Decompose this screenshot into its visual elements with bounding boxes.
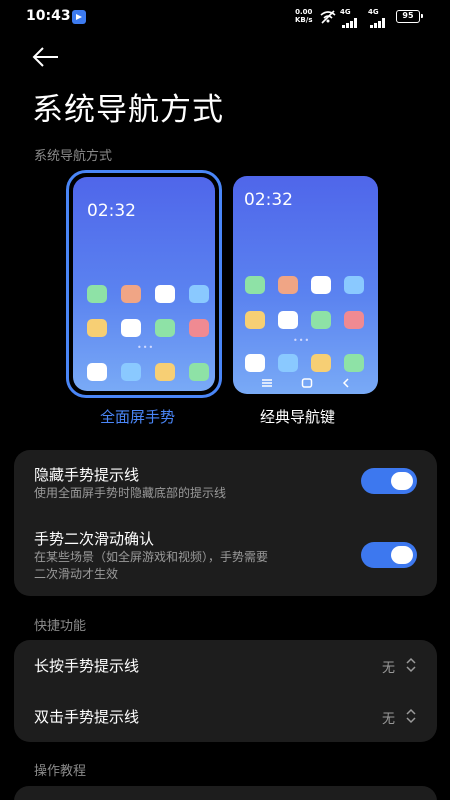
back-button[interactable] [30,44,62,70]
app-icon [245,354,265,372]
toggle-knob [391,472,413,490]
chevron-up-down-icon [406,657,416,673]
app-icon [189,319,209,337]
battery-icon: 95 [396,10,423,23]
gesture-nav-option[interactable]: 02:32 ••• [66,170,222,398]
app-icon [344,354,364,372]
long-press-title: 长按手势提示线 [34,657,140,675]
app-icon [245,311,265,329]
status-time: 10:43 [26,8,71,24]
shortcut-card: 长按手势提示线 无 双击手势提示线 无 [14,640,437,742]
gesture-settings-card: 隐藏手势提示线 使用全面屏手势时隐藏底部的提示线 手势二次滑动确认 在某些场景（… [14,450,437,596]
signal-2-icon [370,13,388,32]
menu-key-icon [261,379,272,387]
app-icon [121,285,141,303]
signal-1-icon [342,13,360,32]
app-icon [344,276,364,294]
app-icon [87,363,107,381]
app-icon [189,363,209,381]
network-speed: 0.00 KB/s [295,8,312,24]
back-key-icon [342,378,349,388]
nav-keys-bar [233,376,378,390]
preview-clock: 02:32 [244,190,293,210]
gesture-double-swipe-toggle[interactable] [361,542,417,568]
shortcut-section-label: 快捷功能 [34,619,87,634]
gesture-nav-preview: 02:32 ••• [73,177,215,391]
double-tap-value: 无 [381,712,395,727]
app-icon [278,311,298,329]
network-speed-unit: KB/s [295,16,313,24]
hide-gesture-line-toggle[interactable] [361,468,417,494]
wifi-off-icon [320,9,336,28]
app-icon [87,319,107,337]
settings-page: 10:43 0.00 KB/s 4G 4G 95 系统导航方式 系统导航方式 0… [0,0,450,800]
app-icon [245,276,265,294]
nav-section-label: 系统导航方式 [34,149,113,164]
toggle-knob [391,546,413,564]
double-tap-title: 双击手势提示线 [34,708,140,726]
hide-gesture-line-title: 隐藏手势提示线 [34,466,140,484]
app-icon [278,276,298,294]
app-icon [155,285,175,303]
notification-app-icon [72,10,86,24]
app-icon [155,363,175,381]
app-icon [344,311,364,329]
tutorial-section-label: 操作教程 [34,764,87,779]
classic-nav-option[interactable]: 02:32 ••• [233,176,378,394]
page-dots: ••• [137,343,155,352]
app-icon [311,354,331,372]
back-arrow-icon [32,47,58,67]
preview-clock: 02:32 [87,201,136,221]
long-press-value: 无 [381,661,395,676]
app-icon [311,276,331,294]
status-bar: 10:43 0.00 KB/s 4G 4G 95 [0,0,450,34]
hide-gesture-line-subtitle: 使用全面屏手势时隐藏底部的提示线 [34,486,227,500]
app-icon [155,319,175,337]
classic-nav-label[interactable]: 经典导航键 [260,406,335,427]
app-icon [189,285,209,303]
page-title: 系统导航方式 [32,92,224,128]
gesture-nav-label[interactable]: 全面屏手势 [100,406,175,427]
app-icon [121,363,141,381]
app-icon [87,285,107,303]
network-speed-value: 0.00 [295,8,313,16]
tutorial-card[interactable] [14,786,437,800]
app-icon [311,311,331,329]
app-icon [278,354,298,372]
home-key-icon [301,378,312,388]
chevron-up-down-icon [406,708,416,724]
page-dots: ••• [293,336,311,345]
classic-nav-preview: 02:32 ••• [233,176,378,394]
gesture-double-swipe-title: 手势二次滑动确认 [34,530,155,548]
app-icon [121,319,141,337]
gesture-double-swipe-subtitle-line1: 在某些场景（如全屏游戏和视频），手势需要 [34,550,269,564]
gesture-double-swipe-subtitle-line2: 二次滑动才生效 [34,567,119,581]
